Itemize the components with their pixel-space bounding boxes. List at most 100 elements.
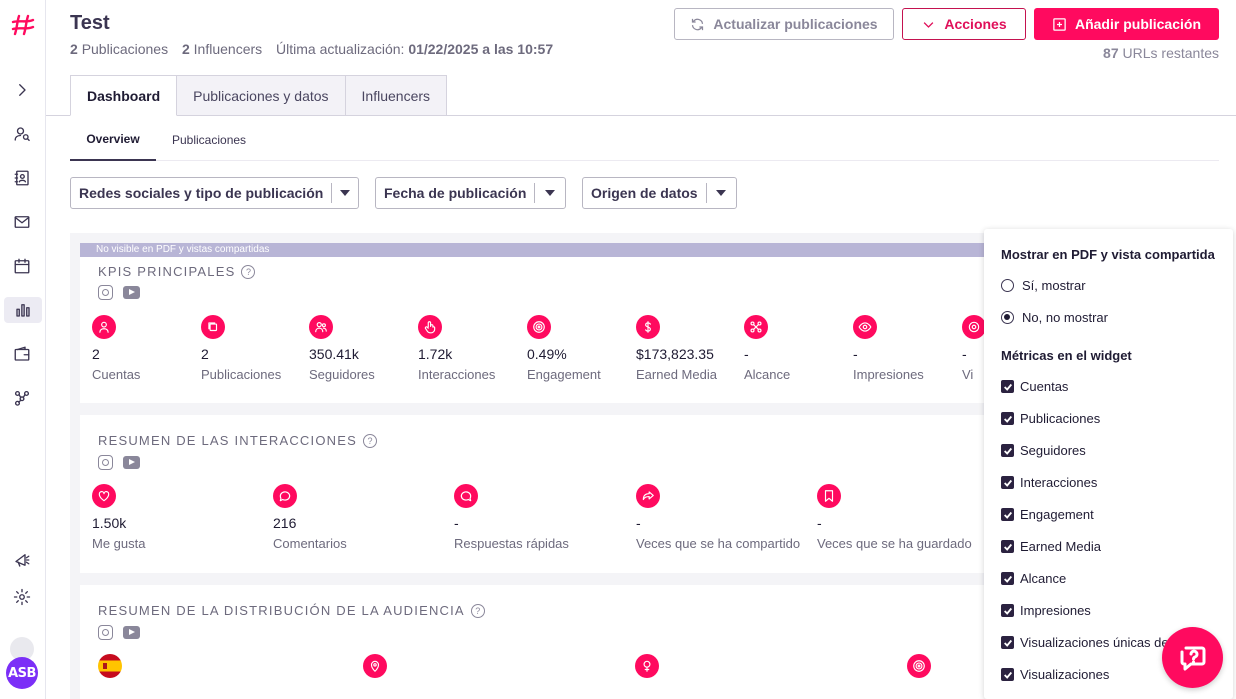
avatar[interactable]: ASB (6, 657, 38, 689)
audience-widget-title: RESUMEN DE LA DISTRIBUCIÓN DE LA AUDIENC… (98, 603, 485, 618)
calendar-icon[interactable] (10, 254, 34, 278)
network-icons (98, 625, 140, 640)
check-icon (1001, 508, 1014, 521)
interactions-widget[interactable]: RESUMEN DE LAS INTERACCIONES ? 1.50k Me … (80, 415, 990, 573)
check-icon (1001, 412, 1014, 425)
views-icon (962, 315, 986, 339)
check-icon (1001, 476, 1014, 489)
megaphone-icon[interactable] (10, 548, 34, 572)
filter-network-type-label: Redes sociales y tipo de publicación (79, 185, 324, 201)
checkbox-label: Visualizaciones únicas de (1020, 635, 1169, 650)
metric-label: Me gusta (92, 536, 146, 551)
radio-show-yes-label: Sí, mostrar (1022, 278, 1086, 293)
metric-value: - (962, 346, 967, 362)
metric-value: 2 (201, 346, 209, 362)
checkbox-engagement[interactable]: Engagement (1001, 507, 1094, 522)
checkbox-interacciones[interactable]: Interacciones (1001, 475, 1097, 490)
checkbox-label: Seguidores (1020, 443, 1086, 458)
influencers-label: Influencers (193, 41, 263, 57)
metric-label: Cuentas (92, 367, 141, 382)
heart-icon (92, 484, 116, 508)
checkbox-impresiones[interactable]: Impresiones (1001, 603, 1091, 618)
checkbox-visualizaciones[interactable]: Visualizaciones (1001, 667, 1109, 682)
expand-icon[interactable] (10, 78, 34, 102)
help-icon[interactable]: ? (470, 603, 485, 618)
visibility-banner: No visible en PDF y vistas compartidas (80, 243, 990, 257)
radio-show-no[interactable]: No, no mostrar (1001, 310, 1108, 325)
metric-value: - (817, 515, 822, 531)
interactions-widget-title: RESUMEN DE LAS INTERACCIONES ? (98, 433, 377, 448)
metric-value: 0.49% (527, 346, 567, 362)
campaign-summary: 2 Publicaciones 2 Influencers Última act… (70, 41, 553, 57)
wallet-icon[interactable] (10, 342, 34, 366)
network-icons (98, 455, 140, 470)
checkbox-seguidores[interactable]: Seguidores (1001, 443, 1086, 458)
instagram-icon (98, 455, 113, 470)
sidebar: ASB (0, 0, 46, 699)
checkbox-label: Cuentas (1020, 379, 1069, 394)
help-icon[interactable]: ? (241, 264, 256, 279)
radio-circle (1001, 279, 1014, 292)
filter-data-source[interactable]: Origen de datos (582, 177, 737, 209)
check-icon (1001, 668, 1014, 681)
gear-icon[interactable] (10, 585, 34, 609)
filter-post-date[interactable]: Fecha de publicación (375, 177, 566, 209)
check-icon (1001, 380, 1014, 393)
mail-icon[interactable] (10, 210, 34, 234)
gender-icon (635, 654, 659, 678)
subtab-overview[interactable]: Overview (70, 118, 156, 161)
checkbox-label: Alcance (1020, 571, 1067, 586)
metric-followers: 350.41k Seguidores (309, 315, 375, 382)
network-icon[interactable] (10, 386, 34, 410)
tab-influencers[interactable]: Influencers (345, 75, 448, 116)
actions-button[interactable]: Acciones (902, 8, 1026, 40)
filter-post-date-label: Fecha de publicación (384, 185, 527, 201)
tab-dashboard[interactable]: Dashboard (70, 75, 178, 116)
metric-reach: - Alcance (744, 315, 790, 382)
widget-metrics-title: Métricas en el widget (1001, 348, 1132, 363)
checkbox-earned-media[interactable]: Earned Media (1001, 539, 1101, 554)
kpi-widget[interactable]: KPIS PRINCIPALES ? 2 Cuentas 2 Publicaci… (80, 257, 990, 403)
metric-label: Seguidores (309, 367, 375, 382)
bookmark-icon (817, 484, 841, 508)
add-post-button[interactable]: Añadir publicación (1034, 8, 1219, 40)
checkbox-publicaciones[interactable]: Publicaciones (1001, 411, 1100, 426)
help-chat-button[interactable] (1162, 627, 1223, 688)
followers-icon (309, 315, 333, 339)
filter-network-type[interactable]: Redes sociales y tipo de publicación (70, 177, 359, 209)
tap-icon (418, 315, 442, 339)
radio-show-no-label: No, no mostrar (1022, 310, 1108, 325)
user-search-icon[interactable] (10, 122, 34, 146)
checkbox-label: Earned Media (1020, 539, 1101, 554)
help-icon[interactable]: ? (362, 433, 377, 448)
chart-icon[interactable] (4, 297, 42, 323)
checkbox-cuentas[interactable]: Cuentas (1001, 379, 1068, 394)
check-icon (1001, 444, 1014, 457)
reach-icon (744, 315, 768, 339)
subtab-posts[interactable]: Publicaciones (172, 118, 246, 161)
brand-logo-icon[interactable] (10, 12, 36, 38)
metric-accounts: 2 Cuentas (92, 315, 140, 382)
comment-icon (273, 484, 297, 508)
contacts-icon[interactable] (10, 166, 34, 190)
metric-earned-media: $173,823.35 Earned Media (636, 315, 717, 382)
actions-label: Acciones (944, 16, 1007, 32)
instagram-icon (98, 285, 113, 300)
youtube-icon (123, 626, 140, 639)
audience-widget[interactable]: RESUMEN DE LA DISTRIBUCIÓN DE LA AUDIENC… (80, 585, 990, 699)
chevron-down-icon (924, 21, 934, 28)
metric-value: $173,823.35 (636, 346, 714, 362)
checkbox-label: Publicaciones (1020, 411, 1101, 426)
refresh-posts-label: Actualizar publicaciones (713, 16, 878, 32)
sub-tabs: Overview Publicaciones (70, 118, 1219, 161)
checkbox-alcance[interactable]: Alcance (1001, 571, 1066, 586)
metric-label: Earned Media (636, 367, 717, 382)
metric-interactions: 1.72k Interacciones (418, 315, 495, 382)
refresh-posts-button[interactable]: Actualizar publicaciones (674, 8, 894, 40)
radio-show-yes[interactable]: Sí, mostrar (1001, 278, 1086, 293)
check-icon (1001, 572, 1014, 585)
tab-posts-data[interactable]: Publicaciones y datos (177, 75, 346, 116)
influencers-count: 2 (181, 41, 190, 57)
checkbox-unique-views[interactable]: Visualizaciones únicas de (1001, 635, 1169, 650)
main-tabs: Dashboard Publicaciones y datos Influenc… (70, 75, 448, 116)
